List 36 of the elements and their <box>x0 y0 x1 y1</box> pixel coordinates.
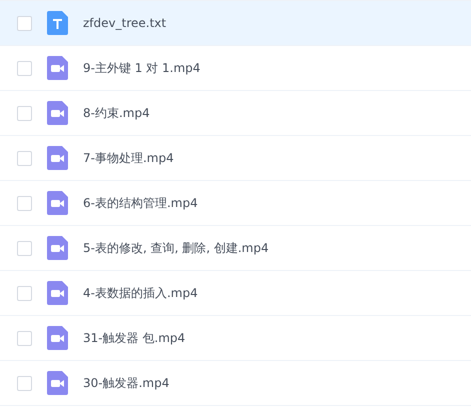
file-name[interactable]: 9-主外键 1 对 1.mp4 <box>83 60 200 76</box>
checkbox[interactable] <box>17 330 32 346</box>
video-file-icon <box>47 101 68 125</box>
video-file-icon <box>47 281 68 305</box>
file-name[interactable]: 6-表的结构管理.mp4 <box>83 194 198 212</box>
checkbox[interactable] <box>17 376 32 390</box>
checkbox[interactable] <box>17 240 32 256</box>
file-row[interactable]: 8-约束.mp4 <box>0 91 471 136</box>
file-name[interactable]: 31-触发器 包.mp4 <box>83 330 186 346</box>
file-row[interactable]: 30-触发器.mp4 <box>0 361 471 406</box>
video-file-icon <box>47 56 68 80</box>
video-file-icon <box>47 371 68 395</box>
checkbox[interactable] <box>17 150 32 166</box>
file-name[interactable]: 7-事物处理.mp4 <box>83 150 174 166</box>
file-name[interactable]: 5-表的修改, 查询, 删除, 创建.mp4 <box>83 240 269 256</box>
file-row[interactable]: 6-表的结构管理.mp4 <box>0 181 471 226</box>
checkbox[interactable] <box>17 106 32 120</box>
checkbox[interactable] <box>17 286 32 300</box>
video-file-icon <box>47 236 68 260</box>
video-file-icon <box>47 326 68 350</box>
file-name[interactable]: 8-约束.mp4 <box>83 104 150 122</box>
file-row[interactable]: 31-触发器 包.mp4 <box>0 316 471 361</box>
file-name[interactable]: 4-表数据的插入.mp4 <box>83 284 198 302</box>
file-name[interactable]: 30-触发器.mp4 <box>83 374 170 392</box>
file-row[interactable]: zfdev_tree.txt <box>0 1 471 46</box>
file-row[interactable]: 9-主外键 1 对 1.mp4 <box>0 46 471 91</box>
video-file-icon <box>47 191 68 215</box>
checkbox[interactable] <box>17 16 32 30</box>
file-row[interactable]: 4-表数据的插入.mp4 <box>0 271 471 316</box>
checkbox[interactable] <box>17 196 32 210</box>
file-row[interactable]: 5-表的修改, 查询, 删除, 创建.mp4 <box>0 226 471 271</box>
text-file-icon <box>47 11 68 35</box>
file-name[interactable]: zfdev_tree.txt <box>83 16 166 30</box>
file-row[interactable]: 7-事物处理.mp4 <box>0 136 471 181</box>
checkbox[interactable] <box>17 60 32 76</box>
video-file-icon <box>47 146 68 170</box>
